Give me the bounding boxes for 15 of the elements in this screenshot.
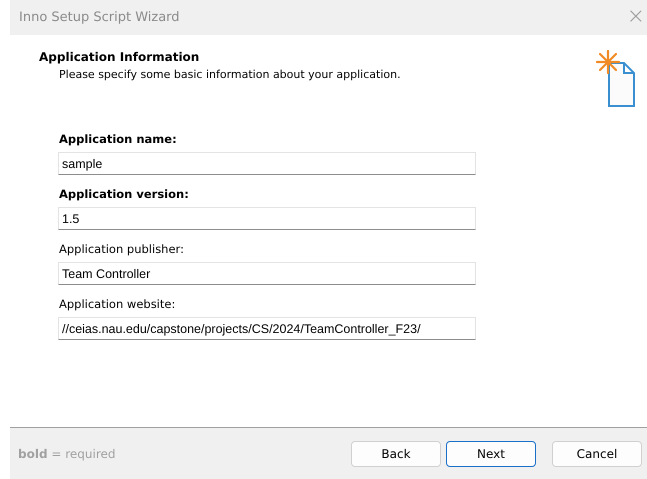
field-label: Application name: <box>59 132 178 146</box>
input-field[interactable]: //ceias.nau.edu/capstone/projects/CS/2024/TeamController_F23/ <box>58 317 476 340</box>
input-field[interactable]: sample <box>58 152 476 175</box>
window-title: Inno Setup Script Wizard <box>19 10 180 25</box>
wizard-button[interactable]: Next <box>446 440 536 466</box>
field-label: Application version: <box>59 187 190 201</box>
field-label: Application publisher: <box>59 242 185 256</box>
wizard-button[interactable]: Cancel <box>552 440 642 466</box>
page-title: Application Information <box>39 50 200 64</box>
wizard-button[interactable]: Back <box>351 440 441 466</box>
field-label: Application website: <box>59 297 176 311</box>
required-hint: bold = required <box>18 446 117 460</box>
input-field[interactable]: 1.5 <box>58 207 476 230</box>
input-field[interactable]: Team Controller <box>58 262 476 285</box>
page-subtitle: Please specify some basic information about your application. <box>59 68 401 81</box>
